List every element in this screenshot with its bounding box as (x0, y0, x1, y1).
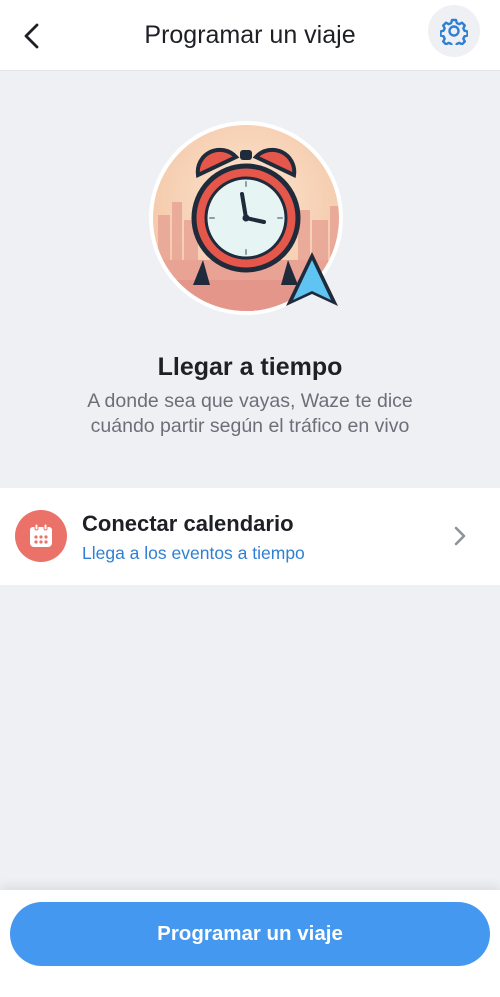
bottom-action-bar: Programar un viaje (0, 890, 500, 997)
alarm-clock-illustration (149, 121, 343, 315)
back-button[interactable] (12, 16, 52, 56)
hero-description-line-2: cuándo partir según el tráfico en vivo (90, 415, 410, 437)
connect-calendar-subtitle: Llega a los eventos a tiempo (82, 543, 305, 563)
schedule-trip-button[interactable]: Programar un viaje (10, 902, 490, 966)
calendar-icon (15, 510, 67, 562)
hero-description-line-1: A donde sea que vayas, Waze te dice (87, 390, 413, 412)
hero-title: Llegar a tiempo (157, 353, 343, 381)
connect-calendar-row[interactable]: Conectar calendario Llega a los eventos … (0, 488, 500, 585)
chevron-left-icon (24, 23, 39, 49)
hero-description: A donde sea que vayas, Waze te dice cuán… (40, 389, 460, 439)
page-title: Programar un viaje (144, 21, 356, 49)
chevron-right-icon (448, 524, 472, 548)
header: Programar un viaje (0, 0, 500, 71)
gear-icon (440, 18, 468, 45)
connect-calendar-title: Conectar calendario (82, 511, 294, 536)
settings-button[interactable] (428, 5, 480, 57)
